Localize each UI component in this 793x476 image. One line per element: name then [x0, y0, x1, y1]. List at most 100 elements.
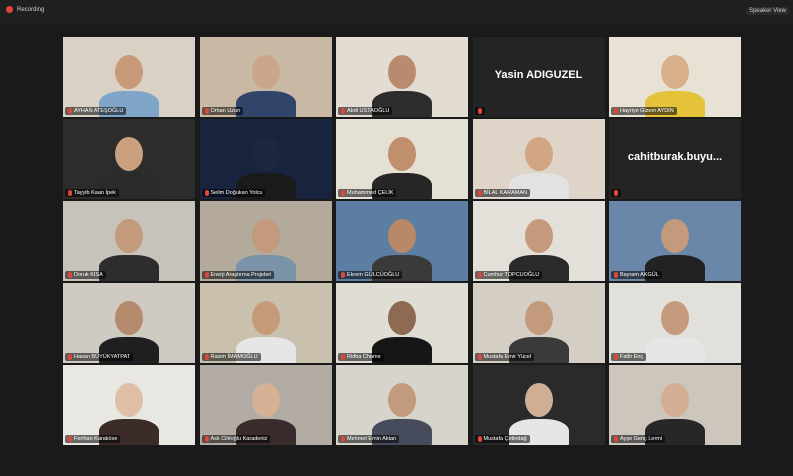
participant-name-bar: Hasan BÜYÜKYATPAT	[65, 353, 134, 361]
participant-silhouette-head	[388, 55, 416, 89]
participant-tile[interactable]: Fatih Enç	[609, 283, 741, 363]
participant-name-placeholder: Yasin ADIGUZEL	[494, 69, 583, 81]
participant-tile[interactable]: Mustafa Çetindağ	[472, 365, 605, 445]
participant-name-bar: Tayyib Kaan İpek	[65, 189, 119, 197]
speaker-view-button[interactable]: Speaker View	[746, 7, 789, 15]
participant-silhouette-body	[645, 337, 705, 363]
participant-silhouette-head	[388, 301, 416, 335]
participant-name: Ridba Chame	[347, 354, 381, 360]
participant-name: Doruk KISA	[74, 272, 103, 278]
participant-tile[interactable]: Ridba Chame	[336, 283, 468, 363]
participant-silhouette-head	[115, 301, 143, 335]
participant-tile[interactable]: Ayşe Genç Lermi	[609, 365, 741, 445]
muted-mic-icon	[477, 190, 482, 196]
muted-mic-icon	[204, 190, 209, 196]
participant-name: Ayşe Genç Lermi	[620, 436, 663, 442]
participant-name: Mustafa Emir Yücel	[483, 354, 532, 360]
participant-tile[interactable]: Mehmet Emin Aktan	[336, 365, 468, 445]
participant-name-bar: Cumhur TOPCUOĞLU	[474, 271, 543, 279]
recording-indicator: Recording	[6, 6, 44, 13]
participant-name-bar: Mustafa Çetindağ	[474, 435, 530, 443]
participant-name: Cumhur TOPCUOĞLU	[483, 272, 540, 278]
participant-silhouette-head	[251, 55, 280, 89]
participant-silhouette-head	[388, 137, 416, 171]
participant-name-bar: Ekrem GÜLCÜOĞLU	[338, 271, 403, 279]
participant-silhouette-head	[115, 219, 143, 253]
participant-name: Bayram AKGÜL	[620, 272, 659, 278]
participant-name-bar: Fatih Enç	[611, 353, 647, 361]
participant-tile[interactable]: Enerji Araştırma Projeleri	[199, 201, 332, 281]
participant-tile[interactable]: Muhammed ÇELİK	[336, 119, 468, 199]
participant-silhouette-head	[251, 137, 280, 171]
muted-mic-icon	[341, 354, 345, 360]
participant-tile[interactable]: Cumhur TOPCUOĞLU	[472, 201, 605, 281]
participant-tile[interactable]: cahitburak.buyu...	[609, 119, 741, 199]
participant-name-bar	[474, 107, 485, 115]
participant-tile[interactable]: Tayyib Kaan İpek	[63, 119, 195, 199]
participant-silhouette-head	[251, 301, 280, 335]
participant-name-bar: Ridba Chame	[338, 353, 384, 361]
participant-tile[interactable]: Ferihan Karaköse	[63, 365, 195, 445]
participant-name-bar: Orhan Uzun	[201, 107, 244, 115]
participant-silhouette-head	[388, 219, 416, 253]
participant-name-bar: Rasim İMAMOĞLU	[201, 353, 261, 361]
participant-name-bar: AYHAN ATEŞOĞLU	[65, 107, 127, 115]
participant-tile[interactable]: Hayriye Gizem AYDIN	[609, 37, 741, 117]
participant-tile[interactable]: Abdi USTAOĞLU	[336, 37, 468, 117]
participant-silhouette-head	[524, 383, 553, 417]
participant-name-bar: Selim Doğukan Yolcu	[201, 189, 266, 197]
muted-mic-icon	[614, 108, 618, 114]
muted-mic-icon	[341, 272, 345, 278]
participant-silhouette-head	[115, 137, 143, 171]
muted-mic-icon	[68, 190, 72, 196]
participant-name: Rasim İMAMOĞLU	[210, 354, 258, 360]
muted-mic-icon	[341, 190, 345, 196]
participant-tile[interactable]: Mustafa Emir Yücel	[472, 283, 605, 363]
participant-silhouette-head	[115, 383, 143, 417]
participant-silhouette-head	[251, 383, 280, 417]
meeting-top-bar: Recording Speaker View	[0, 0, 793, 24]
participant-silhouette-head	[115, 55, 143, 89]
participant-tile[interactable]: Yasin ADIGUZEL	[472, 37, 605, 117]
participant-name-bar: Bayram AKGÜL	[611, 271, 662, 279]
participant-silhouette-head	[524, 301, 553, 335]
participant-name: Mustafa Çetindağ	[483, 436, 527, 442]
participant-name-bar: Ferihan Karaköse	[65, 435, 121, 443]
participant-tile[interactable]: BİLAL KARAMAN	[472, 119, 605, 199]
muted-mic-icon	[204, 272, 209, 278]
participant-tile[interactable]: Aslı Ciliroğlu Karadeniz	[199, 365, 332, 445]
participant-name: Fatih Enç	[620, 354, 644, 360]
participant-silhouette-head	[524, 137, 553, 171]
participant-name-bar: Abdi USTAOĞLU	[338, 107, 393, 115]
participant-name: Ekrem GÜLCÜOĞLU	[347, 272, 400, 278]
participant-name: Tayyib Kaan İpek	[74, 190, 116, 196]
muted-mic-icon	[477, 108, 482, 114]
participant-name: Hayriye Gizem AYDIN	[620, 108, 674, 114]
muted-mic-icon	[68, 272, 72, 278]
participant-tile[interactable]: Bayram AKGÜL	[609, 201, 741, 281]
participant-name-bar: Mustafa Emir Yücel	[474, 353, 535, 361]
participant-tile[interactable]: Orhan Uzun	[199, 37, 332, 117]
participant-name: Selim Doğukan Yolcu	[210, 190, 263, 196]
participant-name: Ferihan Karaköse	[74, 436, 118, 442]
participant-silhouette-head	[661, 383, 689, 417]
muted-mic-icon	[614, 436, 618, 442]
participant-tile[interactable]: AYHAN ATEŞOĞLU	[63, 37, 195, 117]
participant-tile[interactable]: Doruk KISA	[63, 201, 195, 281]
participant-name: Enerji Araştırma Projeleri	[210, 272, 272, 278]
muted-mic-icon	[204, 354, 209, 360]
muted-mic-icon	[68, 108, 72, 114]
participant-name-bar: Enerji Araştırma Projeleri	[201, 271, 275, 279]
recording-label: Recording	[17, 6, 45, 13]
participant-tile[interactable]: Ekrem GÜLCÜOĞLU	[336, 201, 468, 281]
participant-tile[interactable]: Rasim İMAMOĞLU	[199, 283, 332, 363]
muted-mic-icon	[341, 108, 345, 114]
participant-tile[interactable]: Hasan BÜYÜKYATPAT	[63, 283, 195, 363]
participant-tile[interactable]: Selim Doğukan Yolcu	[199, 119, 332, 199]
participant-silhouette-head	[251, 219, 280, 253]
participant-name: Abdi USTAOĞLU	[347, 108, 390, 114]
participant-silhouette-head	[661, 55, 689, 89]
muted-mic-icon	[614, 190, 618, 196]
muted-mic-icon	[341, 436, 345, 442]
participant-silhouette-body	[235, 91, 296, 117]
